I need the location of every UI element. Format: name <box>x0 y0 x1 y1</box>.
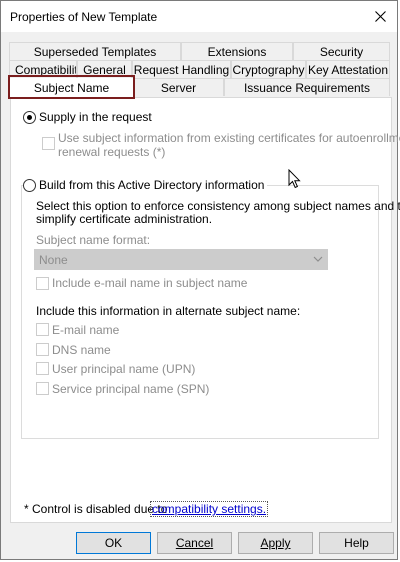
tab-superseded-templates[interactable]: Superseded Templates <box>9 42 181 60</box>
subject-name-format-value: None <box>39 253 68 267</box>
alt-spn-label: Service principal name (SPN) <box>52 382 210 396</box>
build-desc-line2: simplify certificate administration. <box>36 212 213 226</box>
supply-in-request-radio[interactable] <box>23 111 36 124</box>
use-existing-info-label-line2: renewal requests (*) <box>58 145 166 159</box>
tab-label: Compatibility <box>15 62 77 77</box>
footnote-text: * Control is disabled due to <box>24 502 168 516</box>
build-from-ad-radio[interactable] <box>23 179 36 192</box>
close-button[interactable] <box>363 1 397 32</box>
cancel-button-label: Cancel <box>175 536 214 550</box>
alt-dns-checkbox[interactable] <box>36 343 49 356</box>
alt-upn-label: User principal name (UPN) <box>52 362 196 376</box>
tab-label: General <box>83 62 126 77</box>
subject-name-format-label: Subject name format: <box>36 233 151 247</box>
window-title: Properties of New Template <box>10 10 158 24</box>
tab-label: Cryptography <box>232 62 305 77</box>
use-existing-info-checkbox[interactable] <box>42 137 55 150</box>
tab-label: Superseded Templates <box>33 44 157 59</box>
include-email-label: Include e-mail name in subject name <box>52 276 248 290</box>
tab-label: Server <box>160 80 197 95</box>
compatibility-settings-link[interactable]: compatibility settings. <box>150 501 269 517</box>
alt-spn-checkbox[interactable] <box>36 382 49 395</box>
tab-cryptography[interactable]: Cryptography <box>231 60 306 78</box>
tab-server[interactable]: Server <box>133 78 224 96</box>
tab-extensions[interactable]: Extensions <box>181 42 293 60</box>
alt-dns-label: DNS name <box>52 343 111 357</box>
subject-name-format-select[interactable]: None <box>34 249 328 270</box>
tab-label: Security <box>319 44 364 59</box>
alt-upn-checkbox[interactable] <box>36 362 49 375</box>
tab-label: Issuance Requirements <box>243 80 371 95</box>
apply-button[interactable]: Apply <box>238 532 313 554</box>
alt-email-label: E-mail name <box>52 323 120 337</box>
cancel-button[interactable]: Cancel <box>157 532 232 554</box>
tab-subject-name[interactable]: Subject Name <box>10 78 133 98</box>
tab-label: Extensions <box>207 44 267 59</box>
compatibility-settings-link-text[interactable]: compatibility settings. <box>152 502 266 516</box>
mouse-pointer-icon <box>288 169 301 189</box>
tab-label: Request Handling <box>133 62 230 77</box>
tab-key-attestation[interactable]: Key Attestation <box>306 60 390 78</box>
ok-button[interactable]: OK <box>76 532 151 554</box>
help-button[interactable]: Help <box>319 532 394 554</box>
supply-in-request-label[interactable]: Supply in the request <box>39 110 152 124</box>
title-bar: Properties of New Template <box>1 1 397 32</box>
alt-subject-heading: Include this information in alternate su… <box>36 304 301 318</box>
build-desc-line1: Select this option to enforce consistenc… <box>36 199 400 213</box>
tab-compatibility[interactable]: Compatibility <box>9 60 77 78</box>
build-from-ad-label[interactable]: Build from this Active Directory informa… <box>36 178 268 192</box>
close-icon <box>374 11 386 22</box>
tab-label: Key Attestation <box>307 62 389 77</box>
chevron-down-icon <box>313 256 323 262</box>
alt-email-checkbox[interactable] <box>36 323 49 336</box>
include-email-checkbox[interactable] <box>36 277 49 290</box>
tab-label: Subject Name <box>33 81 110 95</box>
tab-request-handling[interactable]: Request Handling <box>132 60 231 78</box>
apply-button-label: Apply <box>260 536 291 550</box>
use-existing-info-label-line1: Use subject information from existing ce… <box>58 131 400 145</box>
tab-security[interactable]: Security <box>293 42 390 60</box>
tab-issuance-requirements[interactable]: Issuance Requirements <box>224 78 390 96</box>
properties-dialog: Properties of New Template Superseded Te… <box>0 0 400 560</box>
tab-general[interactable]: General <box>77 60 132 78</box>
